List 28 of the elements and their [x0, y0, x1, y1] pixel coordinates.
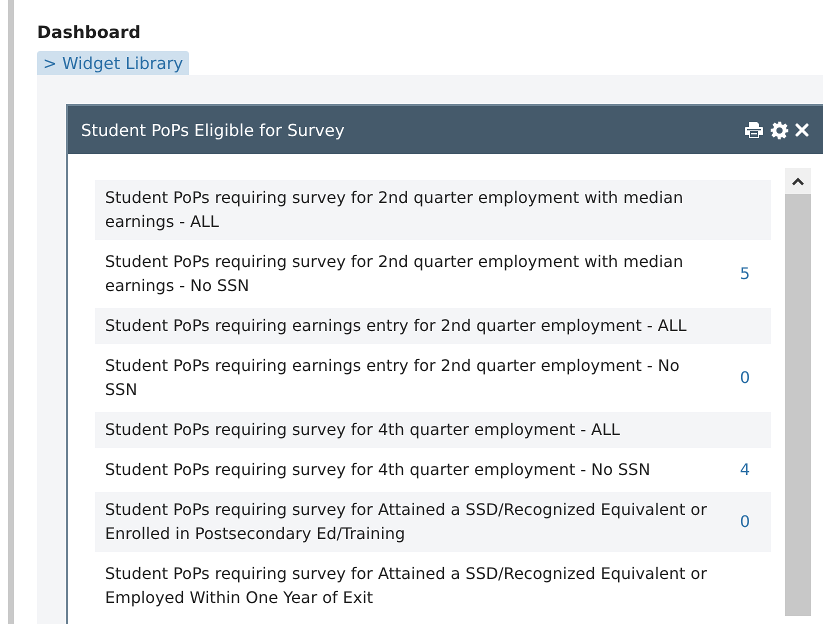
page-title: Dashboard	[37, 23, 141, 43]
survey-row[interactable]: Student PoPs requiring earnings entry for 2nd quarter employment - No SSN 0	[95, 348, 771, 408]
survey-row[interactable]: Student PoPs requiring survey for 4th quarter employment - ALL	[95, 412, 771, 448]
row-label: Student PoPs requiring survey for 2nd quarter employment with median earnings - No SSN	[105, 251, 684, 297]
count-link[interactable]: 4	[740, 460, 750, 479]
chevron-up-icon	[791, 176, 805, 186]
close-icon[interactable]	[795, 123, 809, 137]
survey-row[interactable]: Student PoPs requiring survey for Attained a SSD/Recognized Equivalent or Employed Within One Year of Exit	[95, 556, 771, 616]
survey-row[interactable]: Student PoPs requiring survey for 4th quarter employment - No SSN 4	[95, 452, 771, 488]
row-label: Student PoPs requiring survey for Attained a SSD/Recognized Equivalent or Enrolled in Postsecondary Ed/Training	[105, 499, 708, 545]
row-label: Student PoPs requiring earnings entry for 2nd quarter employment - No SSN	[105, 355, 681, 401]
widget-library-link[interactable]: > Widget Library	[37, 51, 190, 75]
survey-row[interactable]: Student PoPs requiring earnings entry for 2nd quarter employment - ALL	[95, 308, 771, 344]
row-label: Student PoPs requiring earnings entry for 2nd quarter employment - ALL	[105, 315, 688, 337]
settings-icon[interactable]	[770, 120, 789, 140]
row-label: Student PoPs requiring survey for 4th quarter employment - No SSN	[105, 459, 652, 481]
survey-row[interactable]: Student PoPs requiring survey for Attained a SSD/Recognized Equivalent or Enrolled in Postsecondary Ed/Training 0	[95, 492, 771, 552]
survey-row[interactable]: Student PoPs requiring survey for 2nd quarter employment with median earnings - ALL	[95, 180, 771, 240]
row-label: Student PoPs requiring survey for Attained a SSD/Recognized Equivalent or Employed Within One Year of Exit	[105, 563, 708, 609]
row-label: Student PoPs requiring survey for 2nd quarter employment with median earnings - ALL	[105, 187, 684, 233]
count-link[interactable]: 0	[740, 512, 750, 531]
scroll-up-button[interactable]	[785, 168, 811, 194]
row-label: Student PoPs requiring survey for 4th quarter employment - ALL	[105, 419, 621, 441]
count-link[interactable]: 5	[740, 264, 750, 283]
widget-title: Student PoPs Eligible for Survey	[81, 120, 345, 140]
survey-row[interactable]: Student PoPs requiring survey for 2nd quarter employment with median earnings - No SSN 5	[95, 244, 771, 304]
count-link[interactable]: 0	[740, 368, 750, 387]
print-icon[interactable]	[744, 121, 764, 139]
